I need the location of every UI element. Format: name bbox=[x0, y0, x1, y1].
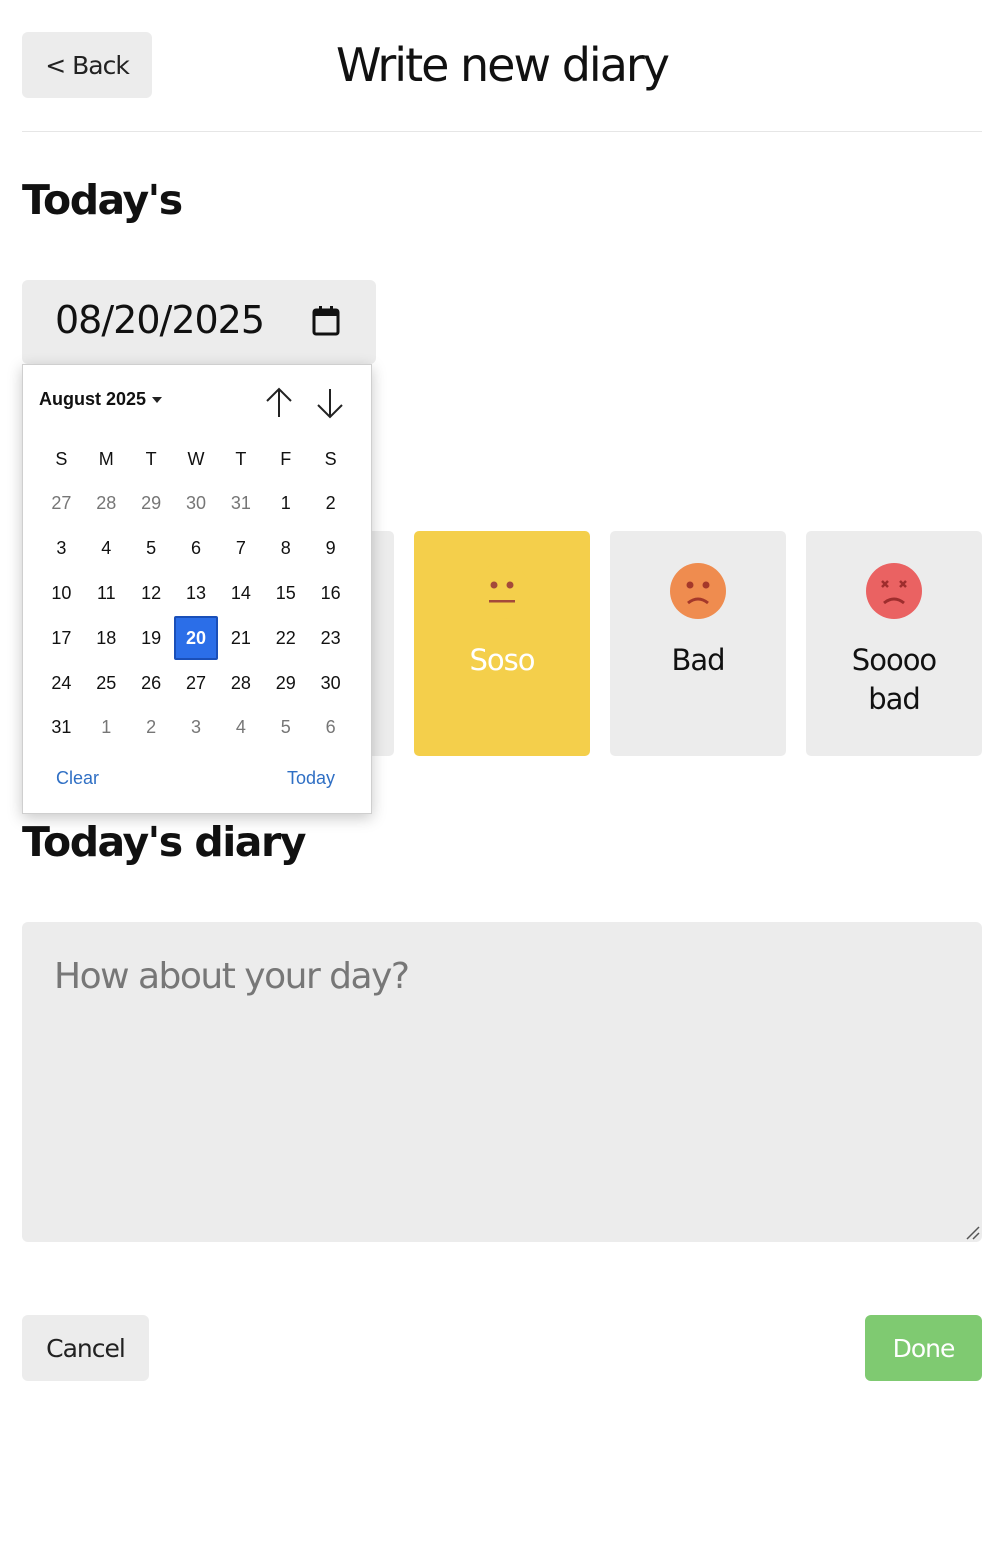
sad-face-icon bbox=[670, 563, 726, 619]
calendar-day[interactable]: 2 bbox=[129, 705, 174, 749]
week-row: 24 25 26 27 28 29 30 bbox=[39, 660, 353, 705]
calendar-day[interactable]: 5 bbox=[129, 526, 174, 570]
diary-textarea[interactable]: How about your day? bbox=[22, 922, 982, 1242]
resize-handle-icon[interactable] bbox=[964, 1224, 980, 1240]
calendar-day[interactable]: 25 bbox=[84, 661, 129, 705]
diary-placeholder: How about your day? bbox=[54, 956, 410, 997]
calendar-day[interactable]: 27 bbox=[39, 481, 84, 525]
calendar-day[interactable]: 24 bbox=[39, 661, 84, 705]
header: < Back Write new diary bbox=[22, 0, 982, 132]
calendar-day[interactable]: 29 bbox=[129, 481, 174, 525]
calendar-day[interactable]: 29 bbox=[263, 661, 308, 705]
date-section-title: Today's bbox=[22, 176, 183, 224]
emotion-card-soooo-bad[interactable]: Soooo bad bbox=[806, 531, 982, 756]
calendar-icon[interactable] bbox=[312, 306, 340, 336]
calendar-day[interactable]: 7 bbox=[218, 526, 263, 570]
calendar-day[interactable]: 6 bbox=[174, 526, 219, 570]
calendar-day[interactable]: 16 bbox=[308, 571, 353, 615]
week-row: 27 28 29 30 31 1 2 bbox=[39, 481, 353, 526]
calendar-day[interactable]: 3 bbox=[174, 705, 219, 749]
weekday-label: S bbox=[55, 449, 68, 469]
calendar-day[interactable]: 4 bbox=[84, 526, 129, 570]
date-value: 08/20/2025 bbox=[55, 298, 265, 342]
week-row: 3 4 5 6 7 8 9 bbox=[39, 526, 353, 571]
month-selector[interactable]: August 2025 bbox=[39, 389, 163, 410]
calendar-day[interactable]: 4 bbox=[218, 705, 263, 749]
calendar-day[interactable]: 5 bbox=[263, 705, 308, 749]
weekday-row: S M T W T F S bbox=[39, 437, 353, 481]
calendar-day[interactable]: 28 bbox=[84, 481, 129, 525]
caret-down-icon bbox=[152, 397, 163, 404]
calendar-day[interactable]: 31 bbox=[39, 705, 84, 749]
calendar-day[interactable]: 23 bbox=[308, 616, 353, 660]
calendar-day[interactable]: 30 bbox=[308, 661, 353, 705]
emotion-label: Soooo bad bbox=[851, 643, 937, 716]
calendar-day[interactable]: 17 bbox=[39, 616, 84, 660]
calendar-day[interactable]: 21 bbox=[218, 616, 263, 660]
emotion-label: Soso bbox=[469, 643, 535, 677]
calendar-day[interactable]: 15 bbox=[263, 571, 308, 615]
calendar-day[interactable]: 27 bbox=[174, 661, 219, 705]
weekday-label: T bbox=[145, 449, 157, 469]
calendar-day[interactable]: 22 bbox=[263, 616, 308, 660]
calendar-day[interactable]: 6 bbox=[308, 705, 353, 749]
today-button[interactable]: Today bbox=[287, 768, 335, 789]
dizzy-face-icon bbox=[866, 563, 922, 619]
weekday-label: W bbox=[187, 449, 205, 469]
calendar-day[interactable]: 19 bbox=[129, 616, 174, 660]
arrow-up-icon[interactable] bbox=[263, 385, 295, 421]
calendar-day-selected[interactable]: 20 bbox=[173, 615, 219, 660]
calendar-day[interactable]: 30 bbox=[174, 481, 219, 525]
calendar-day[interactable]: 3 bbox=[39, 526, 84, 570]
arrow-down-icon[interactable] bbox=[314, 385, 346, 421]
week-row: 10 11 12 13 14 15 16 bbox=[39, 571, 353, 616]
calendar-day[interactable]: 13 bbox=[174, 571, 219, 615]
calendar-day[interactable]: 31 bbox=[218, 481, 263, 525]
diary-section-title: Today's diary bbox=[22, 818, 306, 866]
week-row: 31 1 2 3 4 5 6 bbox=[39, 705, 353, 750]
calendar-day[interactable]: 1 bbox=[263, 481, 308, 525]
calendar-day[interactable]: 18 bbox=[84, 616, 129, 660]
calendar-day[interactable]: 11 bbox=[84, 571, 129, 615]
month-label: August 2025 bbox=[39, 389, 147, 409]
clear-button[interactable]: Clear bbox=[56, 768, 99, 789]
calendar-day[interactable]: 1 bbox=[84, 705, 129, 749]
calendar-grid: S M T W T F S 27 28 29 30 31 1 2 3 4 5 6… bbox=[39, 437, 353, 750]
page-title: Write new diary bbox=[335, 38, 670, 92]
weekday-label: F bbox=[280, 449, 292, 469]
calendar-day[interactable]: 14 bbox=[218, 571, 263, 615]
calendar-day[interactable]: 8 bbox=[263, 526, 308, 570]
weekday-label: S bbox=[324, 449, 337, 469]
emotion-label: Bad bbox=[671, 643, 725, 677]
calendar-day[interactable]: 2 bbox=[308, 481, 353, 525]
calendar-day[interactable]: 10 bbox=[39, 571, 84, 615]
calendar-day[interactable]: 9 bbox=[308, 526, 353, 570]
week-row: 17 18 19 20 21 22 23 bbox=[39, 615, 353, 660]
calendar-day[interactable]: 26 bbox=[129, 661, 174, 705]
done-button[interactable]: Done bbox=[865, 1315, 982, 1381]
neutral-face-icon bbox=[474, 563, 530, 619]
emotion-card-bad[interactable]: Bad bbox=[610, 531, 786, 756]
weekday-label: T bbox=[235, 449, 247, 469]
cancel-button[interactable]: Cancel bbox=[22, 1315, 149, 1381]
emotion-card-soso[interactable]: Soso bbox=[414, 531, 590, 756]
calendar-day[interactable]: 28 bbox=[218, 661, 263, 705]
date-input[interactable]: 08/20/2025 bbox=[22, 280, 376, 364]
calendar-day[interactable]: 12 bbox=[129, 571, 174, 615]
date-picker-popup: August 2025 S M T W T F S 27 28 29 30 31… bbox=[22, 364, 372, 814]
weekday-label: M bbox=[98, 449, 114, 469]
